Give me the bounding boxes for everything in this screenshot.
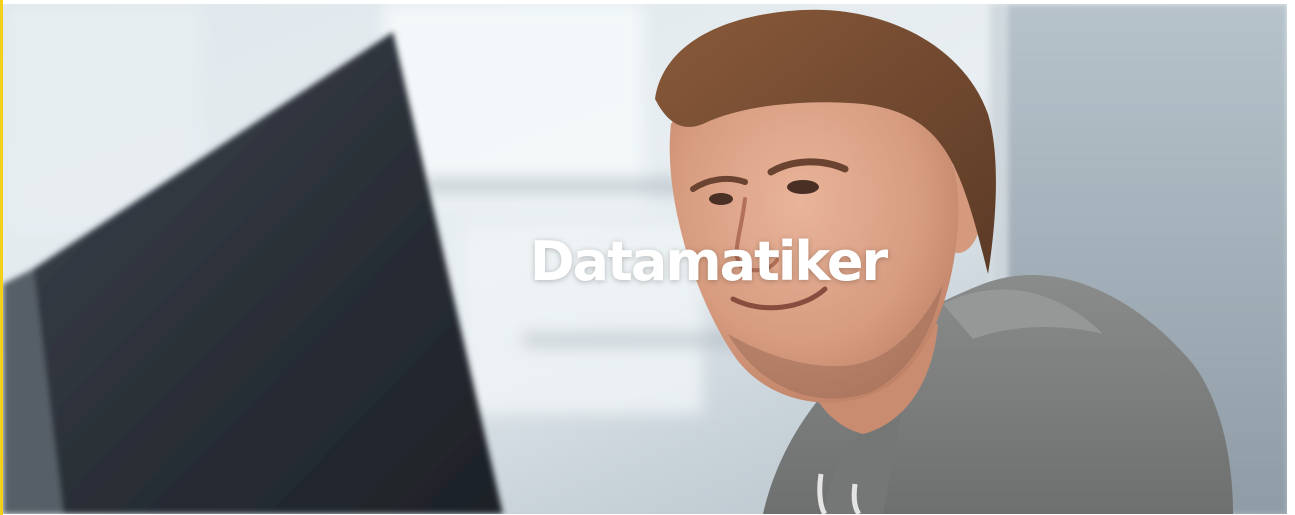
hero-photo [3,4,1287,514]
right-edge [1287,0,1295,515]
page: Datamatiker [0,0,1295,515]
hero-banner: Datamatiker [3,4,1287,514]
